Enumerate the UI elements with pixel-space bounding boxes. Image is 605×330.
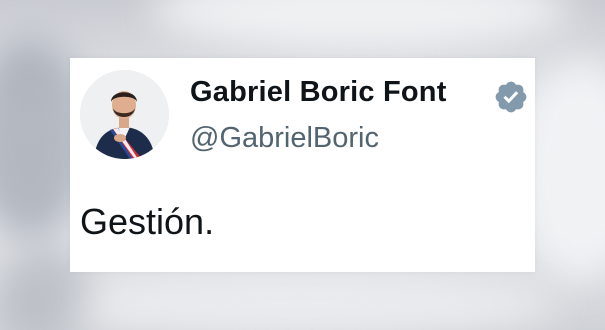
display-name[interactable]: Gabriel Boric Font — [190, 76, 447, 109]
verified-badge-icon — [495, 81, 527, 113]
avatar[interactable] — [80, 70, 169, 159]
user-handle[interactable]: @GabrielBoric — [190, 122, 379, 155]
tweet-card: Gabriel Boric Font @GabrielBoric Gestión… — [70, 58, 535, 272]
tweet-text: Gestión. — [80, 201, 215, 242]
